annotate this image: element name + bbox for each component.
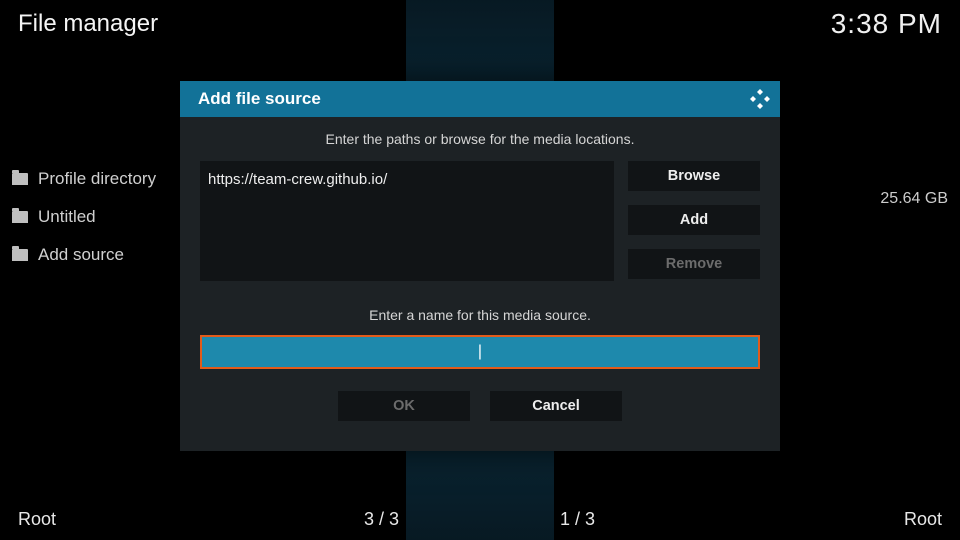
- dialog-title: Add file source: [198, 89, 321, 109]
- status-bar: Root 3 / 3 1 / 3 Root: [0, 509, 960, 530]
- list-item-label: Untitled: [38, 207, 96, 227]
- remove-button: Remove: [628, 249, 760, 279]
- list-item-label: Add source: [38, 245, 124, 265]
- folder-icon: [12, 211, 28, 223]
- list-item-size: 25.64 GB: [880, 190, 948, 208]
- browse-button[interactable]: Browse: [628, 161, 760, 191]
- paths-list[interactable]: https://team-crew.github.io/: [200, 161, 614, 281]
- page-title: File manager: [18, 10, 158, 38]
- folder-icon: [12, 173, 28, 185]
- cancel-button[interactable]: Cancel: [490, 391, 622, 421]
- status-left-count: 3 / 3: [364, 509, 399, 530]
- dialog-prompt-name: Enter a name for this media source.: [180, 307, 780, 323]
- source-name-field-wrap[interactable]: |: [200, 335, 760, 369]
- status-right-count: 1 / 3: [560, 509, 595, 530]
- dialog-titlebar: Add file source: [180, 81, 780, 117]
- source-name-input[interactable]: [202, 337, 758, 367]
- status-left-root: Root: [18, 509, 56, 530]
- dialog-prompt-paths: Enter the paths or browse for the media …: [180, 131, 780, 147]
- folder-icon: [12, 249, 28, 261]
- status-right-root: Root: [904, 509, 942, 530]
- add-button[interactable]: Add: [628, 205, 760, 235]
- clock: 3:38 PM: [831, 8, 942, 40]
- list-item-label: Profile directory: [38, 169, 156, 189]
- ok-button: OK: [338, 391, 470, 421]
- kodi-logo-icon: [748, 87, 772, 111]
- add-file-source-dialog: Add file source Enter the paths or brows…: [180, 81, 780, 451]
- path-entry[interactable]: https://team-crew.github.io/: [206, 169, 608, 190]
